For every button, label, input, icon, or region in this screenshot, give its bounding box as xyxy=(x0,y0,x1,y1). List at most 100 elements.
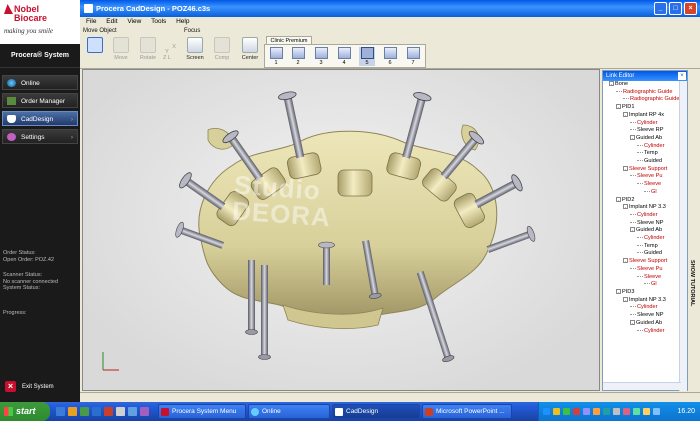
tree-node[interactable]: - Implant NP 3.3 xyxy=(603,204,681,212)
link-editor-hscrollbar[interactable] xyxy=(603,382,681,390)
tray-app-icon[interactable] xyxy=(613,408,620,415)
menu-tools[interactable]: Tools xyxy=(151,18,166,25)
rotate-button[interactable]: Rotate xyxy=(137,37,159,61)
menu-edit[interactable]: Edit xyxy=(106,18,117,25)
tray-app-icon[interactable] xyxy=(583,408,590,415)
tree-expander-icon[interactable]: - xyxy=(623,204,628,210)
tree-expander-icon[interactable]: - xyxy=(630,319,635,325)
minimize-button[interactable]: _ xyxy=(654,2,667,15)
tree-node[interactable]: - Guided Ab xyxy=(603,135,681,143)
task-caddesign[interactable]: CadDesign xyxy=(332,404,420,419)
task-online[interactable]: Online xyxy=(248,404,330,419)
quicklaunch-powerpoint-icon[interactable] xyxy=(104,407,113,416)
tree-node[interactable]: - PID1 xyxy=(603,104,681,112)
quicklaunch-word-icon[interactable] xyxy=(92,407,101,416)
tray-app-icon[interactable] xyxy=(653,408,660,415)
tree-expander-icon[interactable]: - xyxy=(616,104,621,110)
tray-app-icon[interactable] xyxy=(553,408,560,415)
close-button[interactable]: × xyxy=(684,2,697,15)
tree-node[interactable]: - Sleeve Support xyxy=(603,166,681,174)
maximize-button[interactable]: □ xyxy=(669,2,682,15)
tree-node[interactable]: Sleeve RP xyxy=(603,127,681,135)
tray-app-icon[interactable] xyxy=(563,408,570,415)
quicklaunch-outlook-icon[interactable] xyxy=(68,407,77,416)
tree-node[interactable]: Sleeve NP xyxy=(603,220,681,228)
quicklaunch-desktop-icon[interactable] xyxy=(56,407,65,416)
axis-button[interactable]: X Y Z L xyxy=(160,39,176,67)
nav-order-manager[interactable]: Order Manager xyxy=(2,93,78,108)
menu-view[interactable]: View xyxy=(127,18,141,25)
tree-node[interactable]: - Implant NP 3.3 xyxy=(603,297,681,305)
tray-app-icon[interactable] xyxy=(603,408,610,415)
tree-node[interactable]: Cylinder xyxy=(603,120,681,128)
tree-node[interactable]: Cylinder xyxy=(603,212,681,220)
nav-caddesign[interactable]: CadDesign › xyxy=(2,111,78,126)
tree-node[interactable]: - Sleeve Support xyxy=(603,258,681,266)
task-procera-menu[interactable]: Procera System Menu xyxy=(158,404,246,419)
tree-expander-icon[interactable]: - xyxy=(609,81,614,87)
clinic-step-3-button[interactable]: 3 xyxy=(313,47,329,66)
quicklaunch-app-icon[interactable] xyxy=(116,407,125,416)
nav-settings[interactable]: Settings › xyxy=(2,129,78,144)
quicklaunch-explorer-icon[interactable] xyxy=(80,407,89,416)
clinic-step-2-button[interactable]: 2 xyxy=(290,47,306,66)
select-object-button[interactable] xyxy=(84,37,106,55)
tree-node[interactable]: Cylinder xyxy=(603,328,681,336)
tray-app-icon[interactable] xyxy=(623,408,630,415)
tray-network-icon[interactable] xyxy=(543,408,550,415)
tree-expander-icon[interactable]: - xyxy=(623,296,628,302)
tree-node[interactable]: Temp xyxy=(603,150,681,158)
tree-expander-icon[interactable]: - xyxy=(630,134,635,140)
tree-node[interactable]: Sleeve xyxy=(603,181,681,189)
tree-node[interactable]: - PID2 xyxy=(603,197,681,205)
tree-node[interactable]: - Bone xyxy=(603,81,681,89)
window-titlebar[interactable]: Procera CadDesign - POZ46.c3s _ □ × xyxy=(80,0,700,17)
tree-expander-icon[interactable]: - xyxy=(630,227,635,233)
tree-node[interactable]: Cylinder xyxy=(603,235,681,243)
tree-node[interactable]: Guided xyxy=(603,158,681,166)
tree-node[interactable]: Sleeve NP xyxy=(603,312,681,320)
tray-app-icon[interactable] xyxy=(573,408,580,415)
tree-node[interactable]: Sleeve xyxy=(603,274,681,282)
nav-online[interactable]: Online xyxy=(2,75,78,90)
clinic-step-7-button[interactable]: 7 xyxy=(405,47,421,66)
tree-expander-icon[interactable]: - xyxy=(616,289,621,294)
tree-node[interactable]: - Guided Ab xyxy=(603,320,681,328)
tree-node[interactable]: Cylinder xyxy=(603,143,681,151)
link-editor-close-button[interactable]: × xyxy=(678,72,686,80)
quicklaunch-media-icon[interactable] xyxy=(140,407,149,416)
quicklaunch-ie-icon[interactable] xyxy=(128,407,137,416)
tree-node[interactable]: Radiographic Guide xyxy=(603,96,681,104)
component-focus-button[interactable]: Comp xyxy=(211,37,233,61)
tree-expander-icon[interactable]: - xyxy=(616,196,621,202)
3d-viewport[interactable]: Studio DEORA xyxy=(82,69,600,391)
tree-node[interactable]: Temp xyxy=(603,243,681,251)
tree-node[interactable]: - PID3 xyxy=(603,289,681,297)
show-tutorial-tab[interactable]: SHOW TUTORIAL xyxy=(688,70,699,391)
tree-node[interactable]: Sleeve Pu xyxy=(603,173,681,181)
move-button[interactable]: Move xyxy=(110,37,132,61)
exit-system-button[interactable]: × Exit System xyxy=(2,378,78,396)
clinic-step-1-button[interactable]: 1 xyxy=(268,47,284,66)
tree-node[interactable]: Sleeve Pu xyxy=(603,266,681,274)
clinic-step-6-button[interactable]: 6 xyxy=(382,47,398,66)
tree-node[interactable]: - Implant RP 4x xyxy=(603,112,681,120)
clinic-step-4-button[interactable]: 4 xyxy=(336,47,352,66)
tray-volume-icon[interactable] xyxy=(643,408,650,415)
menu-file[interactable]: File xyxy=(86,18,96,25)
tree-expander-icon[interactable]: - xyxy=(623,165,628,171)
tray-app-icon[interactable] xyxy=(633,408,640,415)
tree-expander-icon[interactable]: - xyxy=(623,258,628,264)
link-editor-vscrollbar[interactable] xyxy=(679,81,687,391)
center-focus-button[interactable]: Center xyxy=(239,37,261,61)
menu-help[interactable]: Help xyxy=(176,18,189,25)
tree-node[interactable]: Gl xyxy=(603,281,681,289)
screen-focus-button[interactable]: Screen xyxy=(184,37,206,61)
tree-node[interactable]: - Guided Ab xyxy=(603,227,681,235)
start-button[interactable]: start xyxy=(0,402,50,421)
clinic-step-5-button[interactable]: 5 xyxy=(359,47,375,66)
tree-node[interactable]: Guided xyxy=(603,250,681,258)
task-powerpoint[interactable]: Microsoft PowerPoint ... xyxy=(422,404,512,419)
tree-node[interactable]: Cylinder xyxy=(603,304,681,312)
tray-app-icon[interactable] xyxy=(593,408,600,415)
